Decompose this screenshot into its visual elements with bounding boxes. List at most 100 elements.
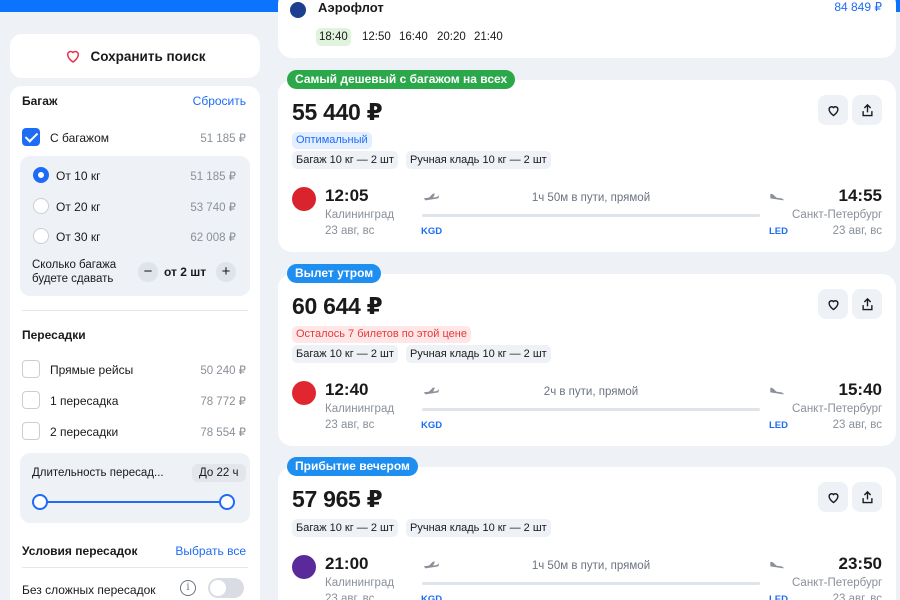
flight-duration: 1ч 50м в пути, прямой (531, 560, 651, 572)
arrival-time: 14:55 (838, 186, 882, 205)
info-icon[interactable]: i (180, 580, 196, 596)
baggage-count-value: от 2 шт (164, 265, 207, 279)
takeoff-icon (423, 193, 439, 201)
baggage-reset-link[interactable]: Сбросить (193, 94, 246, 108)
save-search-button[interactable]: Сохранить поиск (10, 34, 260, 78)
arrival-iata: LED (769, 594, 788, 600)
landing-icon (770, 387, 784, 395)
ticket-tag: Оптимальный (292, 132, 372, 149)
airline-logo (292, 555, 316, 579)
departure-city: Калининград (325, 577, 395, 589)
baggage-chip: Багаж 10 кг — 2 шт (292, 151, 398, 169)
time-option-selected[interactable]: 18:40 (316, 28, 351, 46)
airline-logo (292, 381, 316, 405)
ticket-price: 55 440 ₽ (292, 99, 383, 125)
weight-20-price: 53 740 ₽ (190, 202, 236, 214)
baggage-count-label-1: Сколько багажа (32, 259, 117, 271)
heart-icon (827, 105, 839, 116)
arrival-date: 23 авг, вс (832, 225, 882, 237)
weight-10-radio[interactable] (33, 167, 49, 183)
heart-icon (827, 492, 839, 503)
save-search-label: Сохранить поиск (90, 48, 206, 64)
filters-panel: Багаж Сбросить С багажом 51 185 ₽ От 10 … (10, 86, 260, 600)
departure-date: 23 авг, вс (325, 419, 375, 431)
ticket-tag: Осталось 7 билетов по этой цене (292, 326, 471, 343)
baggage-chip: Багаж 10 кг — 2 шт (292, 519, 398, 537)
baggage-count-label-2: будете сдавать (32, 273, 114, 285)
result-badge: Самый дешевый с багажом на всех (287, 70, 516, 89)
baggage-weight-panel: От 10 кг 51 185 ₽ От 20 кг 53 740 ₽ От 3… (20, 156, 250, 296)
direct-flights-checkbox[interactable] (22, 360, 40, 378)
flight-duration: 2ч в пути, прямой (543, 386, 639, 398)
transfers-title: Пересадки (22, 328, 86, 342)
no-complex-transfers-label: Без сложных пересадок (22, 583, 156, 597)
arrival-date: 23 авг, вс (832, 419, 882, 431)
weight-20-radio[interactable] (33, 198, 49, 214)
result-card[interactable]: 60 644 ₽ Осталось 7 билетов по этой цене… (278, 274, 896, 446)
weight-30-label: От 30 кг (56, 230, 101, 244)
transfer-duration-value: До 22 ч (192, 464, 246, 482)
time-option[interactable]: 21:40 (474, 31, 503, 43)
departure-date: 23 авг, вс (325, 593, 375, 600)
time-option[interactable]: 20:20 (437, 31, 466, 43)
conditions-title: Условия пересадок (22, 544, 138, 558)
departure-date: 23 авг, вс (325, 225, 375, 237)
favorite-button[interactable] (818, 289, 848, 319)
arrival-city: Санкт-Петербург (792, 403, 882, 415)
departure-iata: KGD (421, 226, 443, 237)
two-transfers-label: 2 пересадки (50, 425, 119, 439)
result-card-partial[interactable]: Аэрофлот 84 849 ₽ 18:40 12:50 16:40 20:2… (278, 0, 896, 58)
partial-price: 84 849 ₽ (834, 0, 882, 14)
share-icon (861, 103, 873, 116)
arrival-date: 23 авг, вс (832, 593, 882, 600)
arrival-city: Санкт-Петербург (792, 577, 882, 589)
transfer-duration-slider-track[interactable] (40, 501, 226, 503)
departure-iata: KGD (421, 594, 443, 600)
conditions-select-all-link[interactable]: Выбрать все (175, 544, 246, 558)
share-button[interactable] (852, 289, 882, 319)
share-button[interactable] (852, 95, 882, 125)
transfer-duration-min-knob[interactable] (32, 494, 48, 510)
departure-time: 21:00 (325, 554, 369, 573)
result-card[interactable]: 57 965 ₽ Багаж 10 кг — 2 шт Ручная кладь… (278, 467, 896, 600)
time-option[interactable]: 12:50 (362, 31, 391, 43)
route-line (422, 214, 760, 217)
result-card[interactable]: 55 440 ₽ Оптимальный Багаж 10 кг — 2 шт … (278, 80, 896, 252)
transfer-duration-label: Длительность пересад... (32, 467, 164, 479)
transfer-duration-max-knob[interactable] (219, 494, 235, 510)
ticket-price: 57 965 ₽ (292, 486, 383, 512)
with-baggage-checkbox[interactable] (22, 128, 40, 146)
handluggage-chip: Ручная кладь 10 кг — 2 шт (406, 519, 551, 537)
route-line (422, 408, 760, 411)
baggage-increment-button[interactable]: + (216, 262, 236, 282)
handluggage-chip: Ручная кладь 10 кг — 2 шт (406, 151, 551, 169)
direct-flights-label: Прямые рейсы (50, 363, 134, 377)
weight-30-radio[interactable] (33, 228, 49, 244)
airline-logo (290, 2, 306, 18)
baggage-decrement-button[interactable]: − (138, 262, 158, 282)
result-badge: Вылет утром (287, 264, 382, 283)
no-complex-transfers-toggle[interactable] (208, 578, 244, 598)
arrival-time: 15:40 (838, 380, 882, 399)
time-option[interactable]: 16:40 (399, 31, 428, 43)
two-transfers-checkbox[interactable] (22, 422, 40, 440)
favorite-button[interactable] (818, 482, 848, 512)
with-baggage-price: 51 185 ₽ (200, 133, 246, 145)
departure-city: Калининград (325, 403, 395, 415)
one-transfer-label: 1 пересадка (50, 394, 119, 408)
arrival-iata: LED (769, 226, 788, 237)
heart-icon (827, 299, 839, 310)
result-badge: Прибытие вечером (287, 457, 418, 476)
departure-city: Калининград (325, 209, 395, 221)
favorite-button[interactable] (818, 95, 848, 125)
weight-30-price: 62 008 ₽ (190, 232, 236, 244)
flight-duration: 1ч 50м в пути, прямой (531, 192, 651, 204)
takeoff-icon (423, 561, 439, 569)
share-button[interactable] (852, 482, 882, 512)
share-icon (861, 490, 873, 503)
transfer-duration-panel: Длительность пересад... До 22 ч (20, 453, 250, 523)
one-transfer-checkbox[interactable] (22, 391, 40, 409)
arrival-time: 23:50 (838, 554, 882, 573)
departure-time: 12:40 (325, 380, 369, 399)
heart-icon (67, 50, 80, 63)
